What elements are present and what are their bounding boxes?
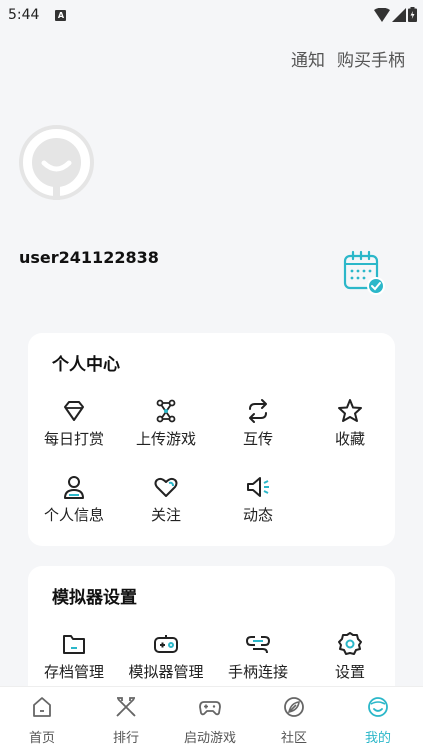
tab-community[interactable]: 社区 bbox=[252, 695, 336, 746]
follow-label: 关注 bbox=[150, 506, 181, 524]
personal-center-card: 个人中心 每日打赏 上传游戏 互传 收藏 个人信息 关注 动态 bbox=[28, 333, 395, 546]
gamepad-icon bbox=[154, 635, 178, 653]
controller-connect-button[interactable]: 手柄连接 bbox=[212, 631, 304, 682]
daily-reward-label: 每日打赏 bbox=[43, 430, 104, 448]
transfer-button[interactable]: 互传 bbox=[212, 398, 304, 449]
favorites-button[interactable]: 收藏 bbox=[304, 398, 396, 449]
home-icon bbox=[33, 697, 51, 717]
tab-home[interactable]: 首页 bbox=[0, 695, 84, 746]
settings-label: 设置 bbox=[334, 663, 365, 681]
transfer-icon bbox=[249, 399, 267, 423]
personal-info-label: 个人信息 bbox=[43, 506, 104, 524]
save-management-label: 存档管理 bbox=[43, 663, 104, 681]
user-icon bbox=[64, 476, 84, 499]
tab-mine[interactable]: 我的 bbox=[336, 695, 420, 746]
gear-icon bbox=[338, 632, 362, 655]
personal-center-title: 个人中心 bbox=[52, 355, 120, 375]
top-links: 通知 购买手柄 bbox=[291, 46, 405, 71]
leaf-icon bbox=[284, 697, 304, 717]
upload-game-button[interactable]: 上传游戏 bbox=[120, 398, 212, 449]
notify-link[interactable]: 通知 bbox=[291, 46, 325, 71]
emulator-management-label: 模拟器管理 bbox=[128, 663, 204, 681]
link-icon bbox=[245, 636, 271, 654]
battery-icon bbox=[408, 7, 417, 22]
tab-ranking[interactable]: 排行 bbox=[84, 695, 168, 746]
emulator-settings-title: 模拟器设置 bbox=[52, 588, 137, 608]
upload-game-label: 上传游戏 bbox=[135, 430, 196, 448]
heart-icon bbox=[154, 477, 178, 497]
avatar-placeholder-icon bbox=[23, 129, 90, 200]
buy-controller-link[interactable]: 购买手柄 bbox=[337, 46, 405, 71]
controller-icon bbox=[199, 701, 221, 716]
tab-ranking-label: 排行 bbox=[112, 731, 139, 746]
settings-button[interactable]: 设置 bbox=[304, 631, 396, 682]
emulator-management-button[interactable]: 模拟器管理 bbox=[120, 631, 212, 682]
calendar-check-icon bbox=[343, 250, 385, 295]
controller-connect-label: 手柄连接 bbox=[227, 663, 288, 681]
folder-icon bbox=[63, 635, 85, 654]
status-bar: 5:44 A bbox=[0, 0, 423, 30]
upload-game-icon bbox=[156, 399, 176, 423]
status-icons bbox=[374, 7, 417, 22]
activity-button[interactable]: 动态 bbox=[212, 474, 304, 525]
tab-community-label: 社区 bbox=[280, 731, 307, 746]
transfer-label: 互传 bbox=[242, 430, 273, 448]
tab-home-label: 首页 bbox=[28, 731, 55, 746]
favorites-label: 收藏 bbox=[334, 430, 365, 448]
star-icon bbox=[338, 399, 362, 422]
signal-icon bbox=[392, 7, 406, 22]
follow-button[interactable]: 关注 bbox=[120, 474, 212, 525]
face-icon bbox=[368, 697, 388, 717]
status-time: 5:44 bbox=[8, 7, 40, 23]
tab-mine-label: 我的 bbox=[364, 731, 391, 746]
username: user241122838 bbox=[19, 248, 159, 267]
diamond-icon bbox=[64, 401, 84, 421]
activity-label: 动态 bbox=[242, 506, 273, 524]
checkin-calendar-button[interactable] bbox=[340, 250, 386, 300]
save-management-button[interactable]: 存档管理 bbox=[28, 631, 120, 682]
wifi-icon bbox=[374, 7, 390, 22]
tab-launch-game-label: 启动游戏 bbox=[183, 731, 236, 746]
avatar[interactable] bbox=[19, 125, 94, 200]
bottom-tab-bar: 首页 排行 启动游戏 社区 我的 bbox=[0, 686, 423, 753]
ranking-icon bbox=[116, 697, 136, 717]
notification-badge: A bbox=[55, 9, 67, 21]
tab-launch-game[interactable]: 启动游戏 bbox=[168, 695, 252, 746]
personal-info-button[interactable]: 个人信息 bbox=[28, 474, 120, 525]
speaker-icon bbox=[247, 477, 269, 497]
daily-reward-button[interactable]: 每日打赏 bbox=[28, 398, 120, 449]
